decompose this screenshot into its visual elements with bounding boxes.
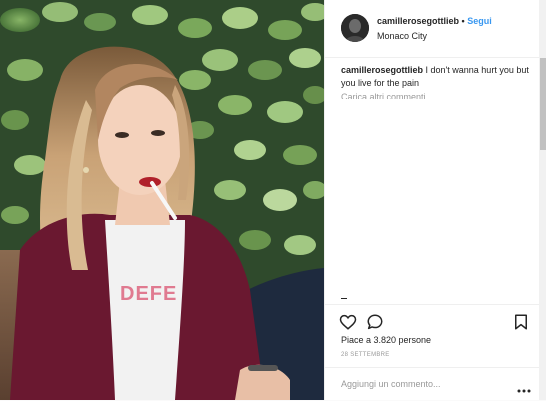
post-photo-image: DEFE: [0, 0, 324, 400]
comment-divider-mark: [341, 298, 347, 299]
follow-button[interactable]: Segui: [467, 16, 492, 26]
avatar-image: [341, 14, 369, 42]
caption-username[interactable]: camillerosegottlieb: [341, 65, 423, 75]
comment-icon[interactable]: [366, 313, 384, 331]
load-more-comments-link[interactable]: Carica altri commenti: [341, 92, 426, 99]
svg-text:DEFE: DEFE: [120, 283, 177, 305]
bookmark-icon[interactable]: [512, 313, 530, 331]
post-photo[interactable]: DEFE: [0, 0, 324, 400]
more-options-icon[interactable]: [517, 381, 531, 393]
post-caption: camillerosegottlieb I don't wanna hurt y…: [341, 64, 531, 90]
comment-box: [325, 367, 539, 401]
post-side-content: camillerosegottlieb • Segui Monaco City …: [325, 0, 539, 400]
likes-count[interactable]: Piace a 3.820 persone: [341, 335, 431, 345]
location-link[interactable]: Monaco City: [377, 31, 427, 41]
instagram-post-modal: DEFE camillerosegottlieb • Segui Monaco …: [0, 0, 546, 400]
panel-scrollbar[interactable]: [539, 0, 546, 400]
avatar[interactable]: [341, 14, 369, 42]
post-actions: Piace a 3.820 persone 28 SETTEMBRE: [325, 304, 539, 400]
heart-icon[interactable]: [339, 313, 357, 331]
comment-input[interactable]: [341, 376, 501, 392]
post-side-panel: camillerosegottlieb • Segui Monaco City …: [324, 0, 546, 400]
post-date: 28 SETTEMBRE: [341, 352, 390, 358]
username-link[interactable]: camillerosegottlieb: [377, 16, 459, 26]
post-header: camillerosegottlieb • Segui Monaco City: [325, 0, 539, 58]
scrollbar-thumb[interactable]: [540, 58, 546, 150]
header-separator: •: [461, 16, 465, 26]
post-header-user-line: camillerosegottlieb • Segui: [377, 16, 492, 26]
